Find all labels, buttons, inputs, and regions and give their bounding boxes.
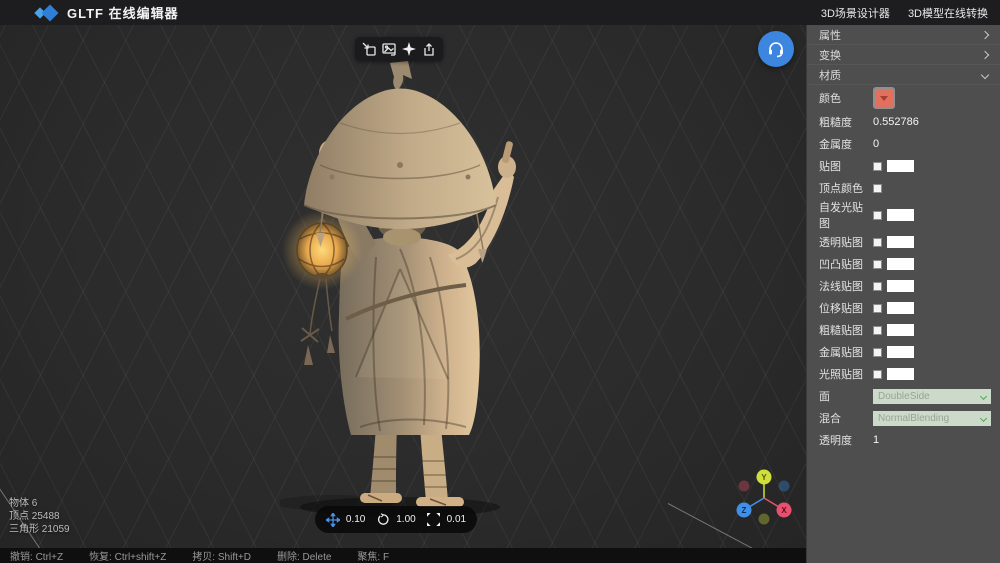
chevron-down-icon	[980, 392, 987, 399]
section-material[interactable]: 材质	[807, 65, 1000, 85]
scale-snap-value[interactable]: 0.01	[447, 514, 466, 525]
metalness-value[interactable]: 0	[873, 138, 879, 150]
blending-row: 混合 NormalBlending	[807, 407, 1000, 429]
metalness-map-row: 金属贴图	[807, 341, 1000, 363]
export-icon[interactable]	[421, 41, 437, 57]
nav-link-scene-designer[interactable]: 3D场景设计器	[821, 5, 890, 21]
scale-icon[interactable]	[427, 513, 441, 527]
emissive-map-row: 自发光贴图	[807, 199, 1000, 231]
opacity-value[interactable]: 1	[873, 434, 879, 446]
translate-snap-value[interactable]: 0.10	[346, 514, 365, 525]
alpha-map-row: 透明贴图	[807, 231, 1000, 253]
properties-panel: 属性 变换 材质 颜色 粗糙度 0.552786	[806, 25, 1000, 563]
shortcut-redo: 恢复: Ctrl+shift+Z	[89, 548, 166, 563]
section-attributes[interactable]: 属性	[807, 25, 1000, 45]
alpha-map-slot[interactable]	[887, 236, 914, 248]
rotate-snap-value[interactable]: 1.00	[396, 514, 415, 525]
app-logo[interactable]: GLTF 在线编辑器	[36, 3, 179, 22]
chevron-down-icon	[981, 70, 989, 78]
roughness-value[interactable]: 0.552786	[873, 116, 919, 128]
gltf-editor-app: GLTF 在线编辑器 3D场景设计器 3D模型在线转换	[0, 0, 1000, 563]
chevron-down-icon	[980, 414, 987, 421]
scene-stats: 物体 6 顶点 25488 三角形 21059	[9, 497, 70, 536]
gizmo-neg-y	[759, 514, 770, 525]
stat-triangles: 三角形 21059	[9, 523, 70, 536]
stat-objects: 物体 6	[9, 497, 70, 510]
alpha-map-checkbox[interactable]	[873, 238, 882, 247]
metalness-map-slot[interactable]	[887, 346, 914, 358]
svg-text:X: X	[781, 506, 787, 515]
shortcut-undo: 撤销: Ctrl+Z	[10, 548, 63, 563]
shortcuts-bar: 撤销: Ctrl+Z 恢复: Ctrl+shift+Z 拷贝: Shift+D …	[0, 548, 806, 563]
translate-icon[interactable]	[326, 513, 340, 527]
axis-gizmo[interactable]: Y X Z	[734, 466, 798, 530]
roughness-map-row: 粗糙贴图	[807, 319, 1000, 341]
shortcut-focus: 聚焦: F	[357, 548, 389, 563]
3d-viewport[interactable]: 物体 6 顶点 25488 三角形 21059 0.10	[0, 25, 806, 548]
material-map-row: 贴图	[807, 155, 1000, 177]
support-button[interactable]	[758, 31, 794, 67]
shortcut-duplicate: 拷贝: Shift+D	[192, 548, 251, 563]
gizmo-neg-x	[739, 481, 750, 492]
chevron-right-icon	[981, 30, 989, 38]
emissive-map-slot[interactable]	[887, 209, 914, 221]
vertex-color-checkbox[interactable]	[873, 184, 882, 193]
nav-link-model-converter[interactable]: 3D模型在线转换	[908, 5, 988, 21]
vertex-color-row: 顶点颜色	[807, 177, 1000, 199]
normal-map-slot[interactable]	[887, 280, 914, 292]
snapshot-icon[interactable]	[381, 41, 397, 57]
svg-text:Y: Y	[761, 473, 767, 482]
chevron-right-icon	[981, 50, 989, 58]
map-checkbox[interactable]	[873, 162, 882, 171]
transform-snap-bar: 0.10 1.00	[315, 506, 477, 533]
side-row: 面 DoubleSide	[807, 385, 1000, 407]
statue-model[interactable]	[280, 57, 520, 517]
svg-text:Z: Z	[742, 506, 747, 515]
normal-map-checkbox[interactable]	[873, 282, 882, 291]
emissive-map-checkbox[interactable]	[873, 211, 882, 220]
bump-map-checkbox[interactable]	[873, 260, 882, 269]
displacement-map-slot[interactable]	[887, 302, 914, 314]
normal-map-row: 法线贴图	[807, 275, 1000, 297]
rotate-icon[interactable]	[376, 513, 390, 527]
displacement-map-checkbox[interactable]	[873, 304, 882, 313]
opacity-row: 透明度 1	[807, 429, 1000, 451]
side-select[interactable]: DoubleSide	[873, 389, 991, 404]
map-texture-slot[interactable]	[887, 160, 914, 172]
material-metalness-row: 金属度 0	[807, 133, 1000, 155]
bump-map-row: 凹凸贴图	[807, 253, 1000, 275]
shortcut-delete: 删除: Delete	[277, 548, 331, 563]
light-map-row: 光照贴图	[807, 363, 1000, 385]
blending-select[interactable]: NormalBlending	[873, 411, 991, 426]
material-color-row: 颜色	[807, 85, 1000, 111]
color-picker-swatch[interactable]	[873, 87, 895, 109]
viewport-toolbar	[355, 37, 443, 61]
app-title: GLTF 在线编辑器	[67, 3, 179, 22]
nav-links: 3D场景设计器 3D模型在线转换	[821, 5, 988, 21]
metalness-map-checkbox[interactable]	[873, 348, 882, 357]
light-map-checkbox[interactable]	[873, 370, 882, 379]
headset-icon	[766, 39, 786, 59]
stat-vertices: 顶点 25488	[9, 510, 70, 523]
logo-diamond-icon	[36, 5, 58, 21]
top-nav: GLTF 在线编辑器 3D场景设计器 3D模型在线转换	[0, 0, 1000, 25]
section-transform[interactable]: 变换	[807, 45, 1000, 65]
light-map-slot[interactable]	[887, 368, 914, 380]
gizmo-neg-z	[779, 481, 790, 492]
focus-icon[interactable]	[401, 41, 417, 57]
bump-map-slot[interactable]	[887, 258, 914, 270]
import-icon[interactable]	[361, 41, 377, 57]
displacement-map-row: 位移贴图	[807, 297, 1000, 319]
roughness-map-checkbox[interactable]	[873, 326, 882, 335]
roughness-map-slot[interactable]	[887, 324, 914, 336]
material-roughness-row: 粗糙度 0.552786	[807, 111, 1000, 133]
